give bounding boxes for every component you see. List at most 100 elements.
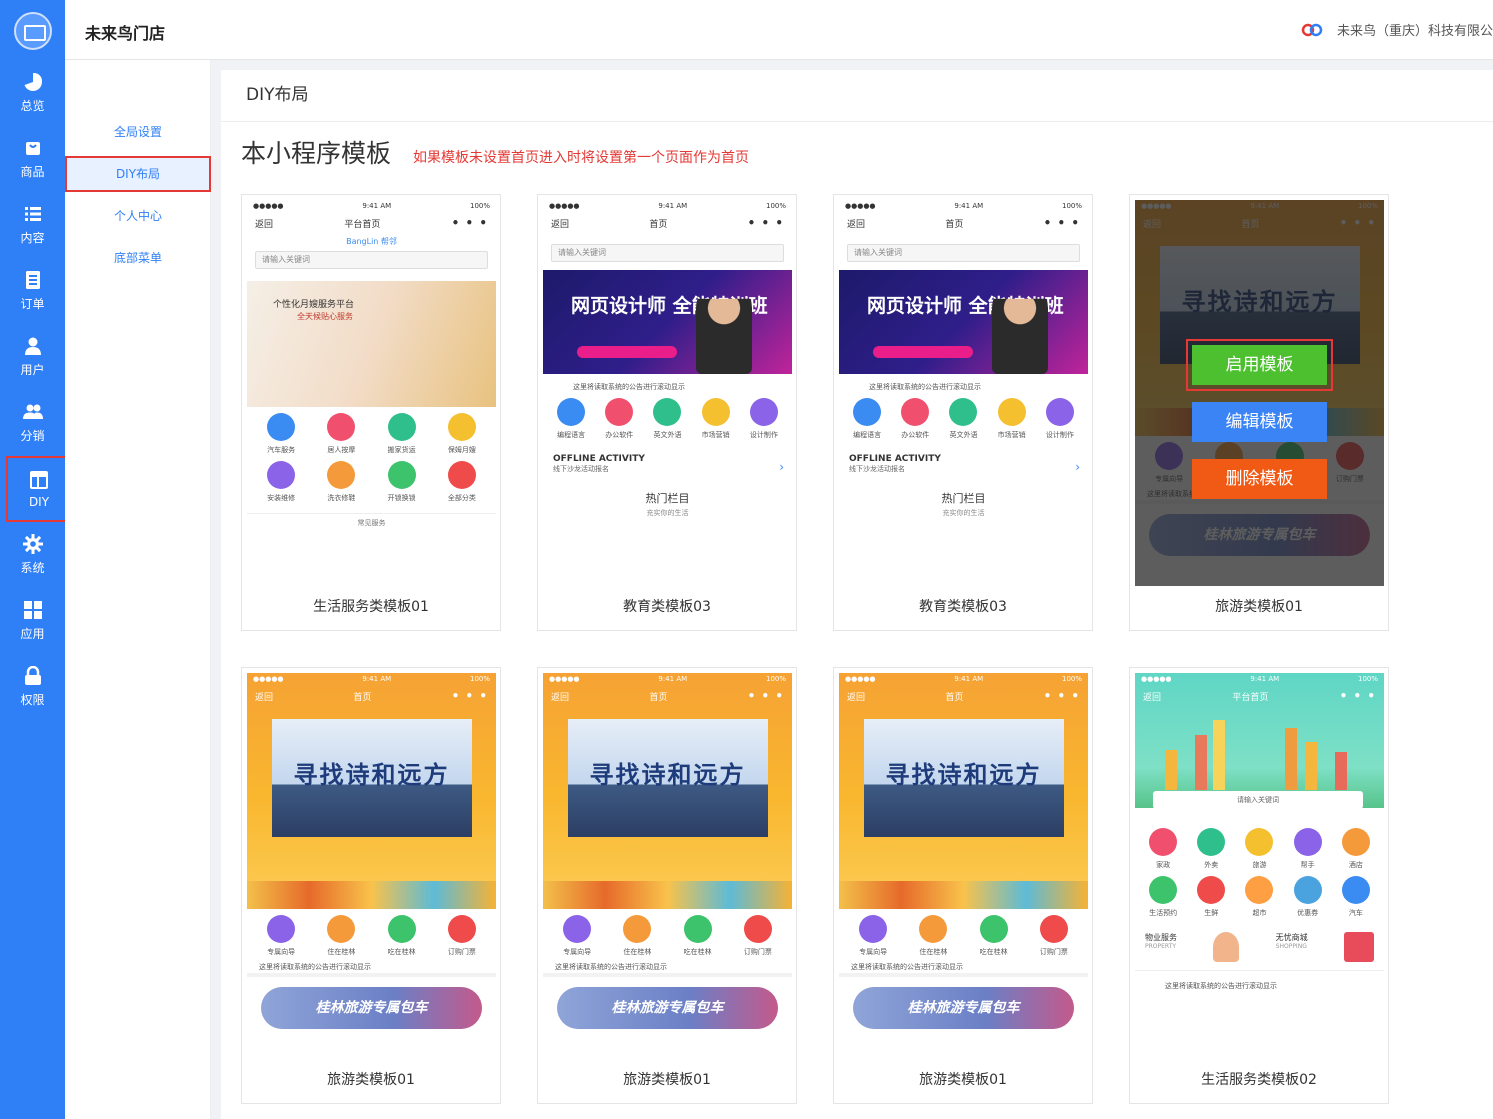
category-item: 住在桂林 (909, 915, 957, 957)
rail-item-5[interactable]: 分销 (0, 390, 65, 456)
battery-level: 100% (1061, 202, 1082, 210)
back-link: 返回 (551, 219, 570, 230)
decor-strip (839, 881, 1088, 909)
category-item: 汽车服务 (257, 413, 305, 455)
category-item: 搬家货运 (378, 413, 426, 455)
travel-banner: 寻找诗和远方 (271, 719, 472, 837)
category-icon (1197, 876, 1226, 904)
category-label: 办公软件 (901, 431, 930, 439)
breadcrumb: DIY布局 (221, 70, 1493, 122)
company-info[interactable]: 未来鸟（重庆）科技有限公 (1301, 20, 1493, 39)
category-item: 酒店 (1332, 828, 1380, 870)
homepage-tip: 如果模板未设置首页进入时将设置第一个页面作为首页 (413, 150, 750, 166)
back-link: 返回 (847, 692, 866, 703)
back-link: 返回 (255, 692, 274, 703)
category-label: 编程语言 (557, 431, 586, 439)
category-icon (563, 915, 592, 943)
tile-subtitle: SHOPPING (1275, 943, 1307, 950)
template-card[interactable]: ●●●●● 9:41 AM 100% 返回 平台首页 • • • BangLin 帮邻 请输入… (241, 194, 501, 631)
preview-search: 请输入关键词 (551, 244, 784, 262)
icon-row: 专属向导 住在桂林 吃在桂林 订购门票 (839, 909, 1088, 957)
template-name: 生活服务类模板02 (1201, 1072, 1317, 1088)
category-label: 酒店 (1348, 861, 1363, 869)
rail-item-3[interactable]: 订单 (0, 258, 65, 324)
signal-icon: ●●●●● (253, 675, 284, 683)
preview-search: 请输入关键词 (847, 244, 1080, 262)
back-link: 返回 (551, 692, 570, 703)
template-card[interactable]: ●●●●● 9:41 AM 100% 返回 首页 • • • 请输入关键词 网页设计师 全能特… (537, 194, 797, 631)
submenu-item-3[interactable]: 底部菜单 (65, 240, 211, 276)
nav-title: 首页 (353, 692, 372, 703)
city-banner: ●●●●● 9:41 AM 100% 返回 平台首页 • • • (1135, 673, 1384, 808)
icon-row: 专属向导 住在桂林 吃在桂林 订购门票 (543, 909, 792, 957)
delete-template-button[interactable]: 删除模板 (1192, 459, 1327, 499)
chevron-right-icon: › (1075, 460, 1080, 474)
hot-title: 热门栏目 (645, 492, 690, 505)
more-icon: • • • (451, 689, 488, 703)
category-label: 英文外语 (653, 431, 682, 439)
category-icon (267, 915, 296, 943)
category-icon (327, 915, 356, 943)
battery-level: 100% (1357, 675, 1378, 683)
rail-item-1[interactable]: 商品 (0, 126, 65, 192)
banner-badge (577, 346, 677, 358)
phone-nav-bar: 返回 首页 • • • (247, 685, 496, 707)
submenu-item-2[interactable]: 个人中心 (65, 198, 211, 234)
rail-item-0[interactable]: 总览 (0, 60, 65, 126)
rail-item-4[interactable]: 用户 (0, 324, 65, 390)
rail-item-8[interactable]: 应用 (0, 588, 65, 654)
submenu-item-1[interactable]: DIY布局 (65, 156, 211, 192)
users-icon (22, 402, 43, 422)
app-logo-icon[interactable] (13, 12, 52, 50)
category-item: 专属向导 (553, 915, 601, 957)
rail-item-6[interactable]: DIY (6, 456, 72, 522)
template-card[interactable]: ●●●●●9:41 AM100%返回首页• • •寻找诗和远方专属向导住在桂林吃… (537, 667, 797, 1104)
category-item: 开锁换锁 (378, 461, 426, 503)
template-card[interactable]: ●●●●● 9:41 AM 100% 返回 平台首页 • • • 请输入关键词 家政 外卖 旅游 帮… (1129, 667, 1389, 1104)
secondary-menu: 全局设置 DIY布局个人中心底部菜单 (65, 60, 211, 1119)
enable-template-button[interactable]: 启用模板 (1186, 339, 1333, 391)
notice-text: 这里将读取系统的公告进行滚动显示 (573, 383, 685, 391)
rail-item-label: 内容 (20, 231, 45, 245)
category-item: 洗衣修鞋 (317, 461, 365, 503)
building-shape (1195, 735, 1207, 790)
category-item: 办公软件 (891, 398, 939, 440)
category-label: 订购门票 (447, 948, 476, 956)
nav-title: 平台首页 (344, 219, 381, 230)
template-card[interactable]: ●●●●●9:41 AM100%返回首页• • •寻找诗和远方专属向导住在桂林吃… (833, 667, 1093, 1104)
hover-overlay (1135, 200, 1384, 586)
category-item: 保姆月嫂 (438, 413, 486, 455)
submenu-item-0[interactable]: 全局设置 (65, 114, 211, 150)
category-item: 市场营销 (692, 398, 740, 440)
promo-banner: 桂林旅游专属包车 (557, 987, 778, 1029)
rail-item-9[interactable]: 权限 (0, 654, 65, 720)
category-icon (1045, 398, 1074, 426)
template-card[interactable]: ●●●●●9:41 AM100%返回首页• • •寻找诗和远方专属向导住在桂林吃… (1129, 194, 1389, 631)
category-label: 洗衣修鞋 (327, 494, 356, 502)
category-label: 市场营销 (701, 431, 730, 439)
category-icon (853, 398, 882, 426)
building-shape (1305, 742, 1317, 790)
signal-icon: ●●●●● (845, 202, 876, 210)
template-preview: ●●●●● 9:41 AM 100% 返回 平台首页 • • • 请输入关键词 家政 外卖 旅游 帮… (1135, 673, 1384, 1059)
category-item: 生活预约 (1139, 876, 1187, 918)
category-item: 优惠券 (1284, 876, 1332, 918)
category-label: 汽车 (1348, 909, 1363, 917)
rail-item-label: 系统 (20, 561, 45, 575)
phone-status-bar: ●●●●● 9:41 AM 100% (247, 673, 496, 685)
template-card[interactable]: ●●●●● 9:41 AM 100% 返回 首页 • • • 请输入关键词 网页设计师 全能特… (833, 194, 1093, 631)
rail-item-7[interactable]: 系统 (0, 522, 65, 588)
category-label: 生活预约 (1149, 909, 1178, 917)
rail-item-2[interactable]: 内容 (0, 192, 65, 258)
category-item: 帮手 (1284, 828, 1332, 870)
category-item: 订购门票 (1030, 915, 1078, 957)
phone-status-bar: ●●●●● 9:41 AM 100% (543, 673, 792, 685)
preview-search: 请输入关键词 (1153, 791, 1363, 809)
edit-template-button[interactable]: 编辑模板 (1192, 402, 1327, 442)
template-card[interactable]: ●●●●●9:41 AM100%返回首页• • •寻找诗和远方专属向导住在桂林吃… (241, 667, 501, 1104)
category-icon (919, 915, 948, 943)
travel-banner: 寻找诗和远方 (567, 719, 768, 837)
bag-icon (23, 138, 43, 158)
icon-row: 生活预约 生鲜 超市 优惠券 汽车 (1135, 870, 1384, 918)
icon-row: 编程语言 办公软件 英文外语 市场营销 设计制作 (839, 392, 1088, 440)
